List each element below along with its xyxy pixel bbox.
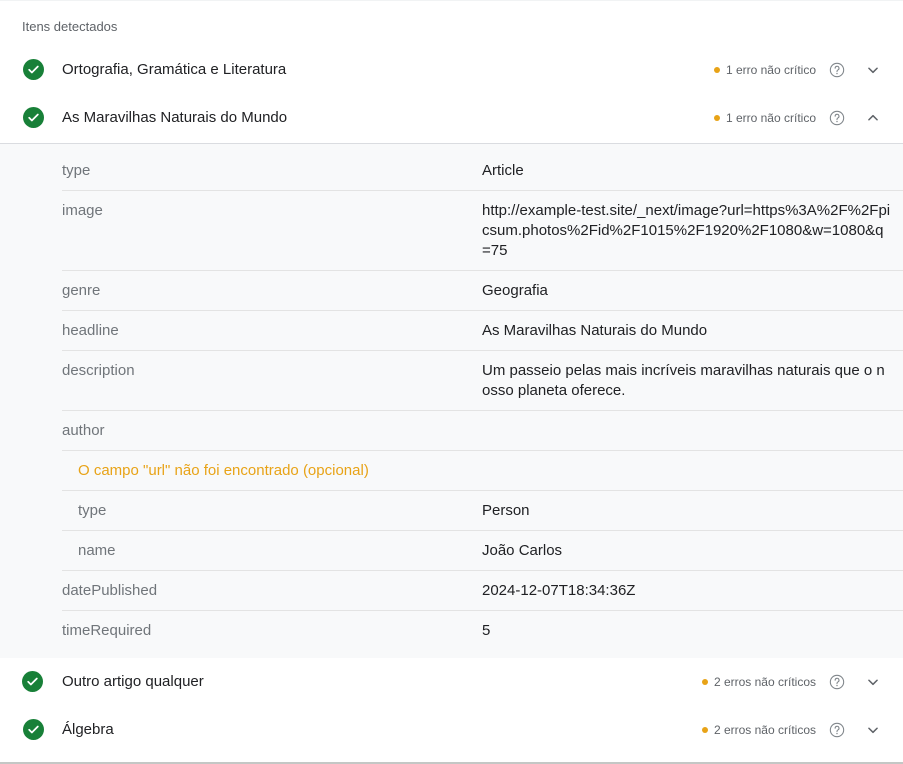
detected-item-outro-artigo[interactable]: Outro artigo qualquer 2 erros não crític… <box>0 658 903 707</box>
warning-text: 1 erro não crítico <box>725 111 816 125</box>
detected-item-ortografia[interactable]: Ortografia, Gramática e Literatura 1 err… <box>0 46 903 95</box>
property-value: Person <box>482 502 530 519</box>
item-title: Outro artigo qualquer <box>62 673 204 690</box>
property-key: headline <box>62 322 119 339</box>
warning-dot-icon <box>701 679 708 685</box>
warning-badge: 1 erro não crítico <box>713 62 816 78</box>
chevron-up-icon[interactable] <box>866 111 880 125</box>
property-key: genre <box>62 282 101 299</box>
property-value: Article <box>482 162 524 179</box>
detected-item-maravilhas[interactable]: As Maravilhas Naturais do Mundo 1 erro n… <box>0 94 903 142</box>
property-value: Um passeio pelas mais incríveis maravilh… <box>482 362 885 399</box>
warning-badge: 2 erros não críticos <box>701 674 816 690</box>
chevron-down-icon[interactable] <box>866 63 880 77</box>
chevron-down-icon[interactable] <box>866 723 880 737</box>
help-circle-icon[interactable] <box>829 674 845 690</box>
chevron-down-icon[interactable] <box>866 675 880 689</box>
warning-text: 2 erros não críticos <box>713 675 816 689</box>
property-value: 2024-12-07T18:34:36Z <box>482 582 636 599</box>
check-circle-icon <box>23 719 44 740</box>
property-key: description <box>62 362 135 379</box>
item-details-panel: type Article image http://example-test.s… <box>0 143 903 659</box>
property-value: 5 <box>482 622 491 639</box>
property-value: Geografia <box>482 282 548 299</box>
top-divider <box>0 0 903 1</box>
property-value: http://example-test.site/_next/image?url… <box>482 202 891 259</box>
help-circle-icon[interactable] <box>829 722 845 738</box>
check-circle-icon <box>22 671 43 692</box>
property-key: name <box>78 542 116 559</box>
section-title: Itens detectados <box>22 19 118 34</box>
check-circle-icon <box>23 107 44 128</box>
warning-text: 2 erros não críticos <box>713 723 816 737</box>
property-key: datePublished <box>62 582 158 599</box>
warning-text: 1 erro não crítico <box>725 63 816 77</box>
property-value: João Carlos <box>482 542 563 559</box>
item-title: Álgebra <box>62 721 114 738</box>
property-key: image <box>62 202 103 219</box>
warning-badge: 2 erros não críticos <box>701 722 816 738</box>
missing-field-warning: O campo "url" não foi encontrado (opcion… <box>78 462 369 479</box>
property-key: timeRequired <box>62 622 152 639</box>
warning-badge: 1 erro não crítico <box>713 110 816 126</box>
warning-dot-icon <box>713 115 720 121</box>
detected-item-algebra[interactable]: Álgebra 2 erros não críticos <box>0 706 903 754</box>
property-value: As Maravilhas Naturais do Mundo <box>482 322 708 339</box>
help-circle-icon[interactable] <box>829 110 845 126</box>
item-title: As Maravilhas Naturais do Mundo <box>62 109 288 126</box>
warning-dot-icon <box>713 67 720 73</box>
property-key: type <box>62 162 91 179</box>
warning-dot-icon <box>701 727 708 733</box>
item-title: Ortografia, Gramática e Literatura <box>62 61 287 78</box>
help-circle-icon[interactable] <box>829 62 845 78</box>
property-key: type <box>78 502 107 519</box>
property-key: author <box>62 422 105 439</box>
check-circle-icon <box>23 59 44 80</box>
